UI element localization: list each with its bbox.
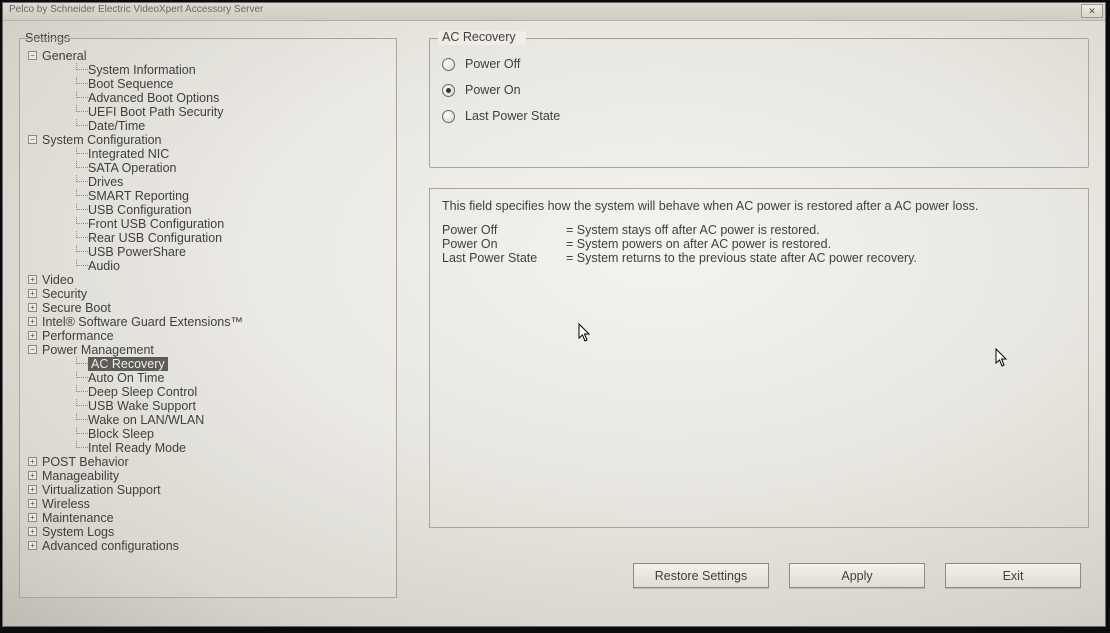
tree-audio[interactable]: Audio [26, 259, 392, 273]
apply-button[interactable]: Apply [789, 563, 925, 588]
settings-tree: − General System Information Boot Sequen… [26, 49, 392, 553]
bios-window: Pelco by Schneider Electric VideoXpert A… [2, 2, 1106, 627]
tree-advanced-boot-options[interactable]: Advanced Boot Options [26, 91, 392, 105]
collapse-icon[interactable]: − [28, 51, 37, 60]
tree-secure-boot[interactable]: +Secure Boot [26, 301, 392, 315]
tree-date-time[interactable]: Date/Time [26, 119, 392, 133]
expand-icon[interactable]: + [28, 541, 37, 550]
desc-key: Power On [442, 237, 566, 251]
tree-virtualization-support[interactable]: +Virtualization Support [26, 483, 392, 497]
restore-settings-button[interactable]: Restore Settings [633, 563, 769, 588]
desc-key: Power Off [442, 223, 566, 237]
content-panel: AC Recovery Power Off Power On Last Powe… [429, 38, 1089, 528]
collapse-icon[interactable]: − [28, 135, 37, 144]
tree-system-information[interactable]: System Information [26, 63, 392, 77]
description-intro: This field specifies how the system will… [442, 199, 1076, 213]
description-table: Power Off System stays off after AC powe… [442, 223, 1076, 265]
tree-system-configuration[interactable]: − System Configuration [26, 133, 392, 147]
group-title: AC Recovery [438, 30, 520, 44]
tree-general[interactable]: − General [26, 49, 392, 63]
tree-post-behavior[interactable]: +POST Behavior [26, 455, 392, 469]
tree-intel-ready-mode[interactable]: Intel Ready Mode [26, 441, 392, 455]
expand-icon[interactable]: + [28, 331, 37, 340]
tree-security[interactable]: +Security [26, 287, 392, 301]
tree-ac-recovery[interactable]: AC Recovery [26, 357, 392, 371]
tree-usb-configuration[interactable]: USB Configuration [26, 203, 392, 217]
tree-wake-on-lan-wlan[interactable]: Wake on LAN/WLAN [26, 413, 392, 427]
expand-icon[interactable]: + [28, 457, 37, 466]
radio-label: Last Power State [465, 109, 560, 123]
tree-manageability[interactable]: +Manageability [26, 469, 392, 483]
tree-front-usb-configuration[interactable]: Front USB Configuration [26, 217, 392, 231]
tree-system-logs[interactable]: +System Logs [26, 525, 392, 539]
desc-row: Power On System powers on after AC power… [442, 237, 1076, 251]
radio-power-on[interactable]: Power On [442, 83, 521, 97]
tree-usb-powershare[interactable]: USB PowerShare [26, 245, 392, 259]
tree-sata-operation[interactable]: SATA Operation [26, 161, 392, 175]
expand-icon[interactable]: + [28, 471, 37, 480]
button-row: Restore Settings Apply Exit [633, 563, 1081, 588]
radio-power-off[interactable]: Power Off [442, 57, 520, 71]
expand-icon[interactable]: + [28, 289, 37, 298]
desc-key: Last Power State [442, 251, 566, 265]
radio-icon[interactable] [442, 84, 455, 97]
expand-icon[interactable]: + [28, 499, 37, 508]
tree-integrated-nic[interactable]: Integrated NIC [26, 147, 392, 161]
radio-last-power-state[interactable]: Last Power State [442, 109, 560, 123]
desc-row: Last Power State System returns to the p… [442, 251, 1076, 265]
tree-performance[interactable]: +Performance [26, 329, 392, 343]
titlebar[interactable]: Pelco by Schneider Electric VideoXpert A… [3, 3, 1105, 21]
tree-smart-reporting[interactable]: SMART Reporting [26, 189, 392, 203]
expand-icon[interactable]: + [28, 317, 37, 326]
tree-maintenance[interactable]: +Maintenance [26, 511, 392, 525]
tree-auto-on-time[interactable]: Auto On Time [26, 371, 392, 385]
tree-wireless[interactable]: +Wireless [26, 497, 392, 511]
tree-boot-sequence[interactable]: Boot Sequence [26, 77, 392, 91]
expand-icon[interactable]: + [28, 513, 37, 522]
tree-video[interactable]: +Video [26, 273, 392, 287]
radio-label: Power On [465, 83, 521, 97]
expand-icon[interactable]: + [28, 527, 37, 536]
description-panel: This field specifies how the system will… [429, 188, 1089, 528]
tree-block-sleep[interactable]: Block Sleep [26, 427, 392, 441]
settings-tree-panel: − General System Information Boot Sequen… [19, 38, 397, 598]
tree-rear-usb-configuration[interactable]: Rear USB Configuration [26, 231, 392, 245]
expand-icon[interactable]: + [28, 485, 37, 494]
tree-drives[interactable]: Drives [26, 175, 392, 189]
radio-icon[interactable] [442, 58, 455, 71]
ac-recovery-group: AC Recovery Power Off Power On Last Powe… [429, 38, 1089, 168]
exit-button[interactable]: Exit [945, 563, 1081, 588]
expand-icon[interactable]: + [28, 275, 37, 284]
desc-row: Power Off System stays off after AC powe… [442, 223, 1076, 237]
tree-advanced-configurations[interactable]: +Advanced configurations [26, 539, 392, 553]
tree-uefi-boot-path-security[interactable]: UEFI Boot Path Security [26, 105, 392, 119]
tree-deep-sleep-control[interactable]: Deep Sleep Control [26, 385, 392, 399]
collapse-icon[interactable]: − [28, 345, 37, 354]
desc-val: System powers on after AC power is resto… [566, 237, 831, 251]
close-icon[interactable]: ✕ [1081, 4, 1103, 18]
tree-usb-wake-support[interactable]: USB Wake Support [26, 399, 392, 413]
radio-icon[interactable] [442, 110, 455, 123]
tree-sgx[interactable]: +Intel® Software Guard Extensions™ [26, 315, 392, 329]
tree-power-management[interactable]: − Power Management [26, 343, 392, 357]
window-title: Pelco by Schneider Electric VideoXpert A… [9, 4, 263, 15]
expand-icon[interactable]: + [28, 303, 37, 312]
desc-val: System returns to the previous state aft… [566, 251, 917, 265]
desc-val: System stays off after AC power is resto… [566, 223, 820, 237]
radio-label: Power Off [465, 57, 520, 71]
